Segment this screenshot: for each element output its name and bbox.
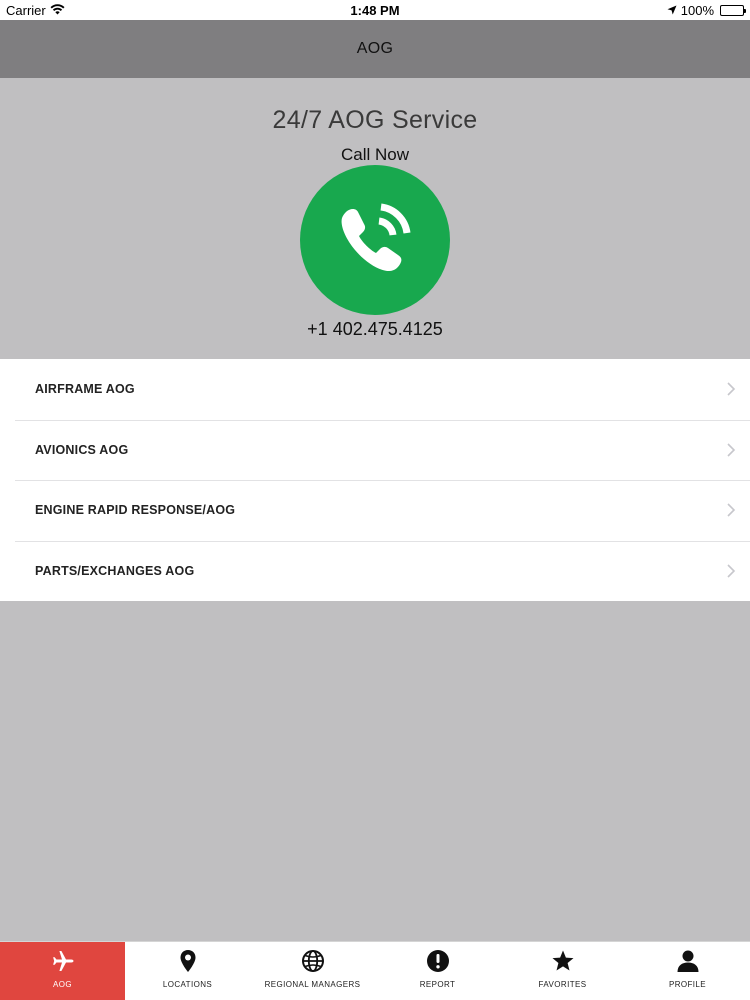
- menu-item-engine-rapid-response[interactable]: ENGINE RAPID RESPONSE/AOG: [0, 480, 750, 541]
- service-title: 24/7 AOG Service: [272, 106, 478, 134]
- battery-percent: 100%: [680, 3, 714, 18]
- nav-bar: AOG: [0, 20, 750, 78]
- menu-item-label: AVIONICS AOG: [35, 442, 129, 457]
- menu-item-label: ENGINE RAPID RESPONSE/AOG: [35, 503, 236, 518]
- aog-call-section: 24/7 AOG Service Call Now +1 402.475.412…: [0, 78, 750, 359]
- globe-icon: [301, 949, 325, 973]
- tab-bar: AOG LOCATIONS REGIONAL MANAGERS REPORT F…: [0, 941, 750, 1000]
- tab-label: PROFILE: [668, 980, 707, 989]
- phone-call-icon: [327, 191, 423, 290]
- person-icon: [676, 949, 700, 973]
- aog-menu-list: AIRFRAME AOG AVIONICS AOG ENGINE RAPID R…: [0, 359, 750, 601]
- menu-item-label: AIRFRAME AOG: [35, 382, 135, 397]
- menu-item-avionics-aog[interactable]: AVIONICS AOG: [0, 419, 750, 481]
- star-icon: [551, 949, 575, 973]
- chevron-right-icon: [727, 503, 736, 517]
- chevron-right-icon: [727, 382, 736, 396]
- tab-locations[interactable]: LOCATIONS: [125, 942, 250, 1000]
- map-pin-icon: [179, 949, 197, 973]
- chevron-right-icon: [727, 563, 736, 578]
- status-bar: Carrier 1:48 PM 100%: [0, 0, 750, 20]
- tab-favorites[interactable]: FAVORITES: [500, 942, 625, 1000]
- app-screen: Carrier 1:48 PM 100% AOG 24/7 AOG Servic…: [0, 0, 750, 1000]
- menu-item-airframe-aog[interactable]: AIRFRAME AOG: [0, 359, 750, 420]
- tab-label: LOCATIONS: [162, 980, 213, 989]
- tab-label: REPORT: [419, 980, 456, 989]
- call-button[interactable]: [300, 165, 450, 315]
- status-right: 100%: [667, 3, 746, 18]
- tab-profile[interactable]: PROFILE: [625, 942, 750, 1000]
- menu-item-parts-exchanges-aog[interactable]: PARTS/EXCHANGES AOG: [0, 540, 750, 602]
- airplane-icon: [51, 949, 75, 973]
- chevron-right-icon: [727, 442, 736, 457]
- tab-label: REGIONAL MANAGERS: [264, 980, 361, 989]
- tab-label: FAVORITES: [538, 980, 587, 989]
- menu-item-label: PARTS/EXCHANGES AOG: [35, 563, 195, 578]
- alert-icon: [426, 949, 450, 973]
- call-now-label: Call Now: [340, 145, 410, 164]
- status-time: 1:48 PM: [350, 3, 400, 18]
- location-arrow-icon: [667, 3, 677, 18]
- tab-report[interactable]: REPORT: [375, 942, 500, 1000]
- tab-aog[interactable]: AOG: [0, 942, 125, 1000]
- tab-regional-managers[interactable]: REGIONAL MANAGERS: [250, 942, 375, 1000]
- page-title: AOG: [356, 40, 394, 57]
- battery-icon: [720, 5, 746, 16]
- tab-label: AOG: [53, 980, 72, 989]
- phone-number[interactable]: +1 402.475.4125: [0, 319, 750, 340]
